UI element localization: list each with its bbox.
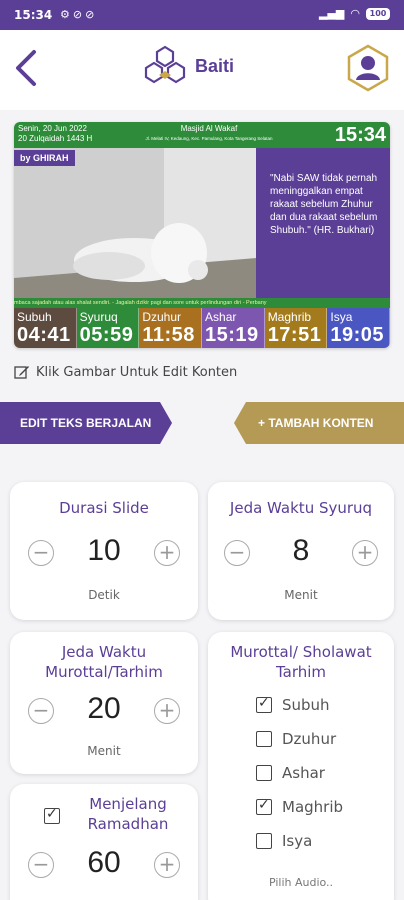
profile-avatar-icon[interactable] [346,44,390,92]
preview-by-badge: by GHIRAH [14,150,75,166]
preview-date: Senin, 20 Jun 2022 20 Zulqaidah 1443 H [18,124,93,143]
preview-prayer-subuh: Subuh 04:41 [14,308,77,348]
prayer-photo[interactable] [14,148,256,298]
ramadhan-checkbox[interactable] [44,806,60,824]
checkbox[interactable] [256,695,272,713]
brand-name: Baiti [195,56,235,76]
prayer-time: 04:41 [17,324,71,346]
preview-prayer-times: Subuh 04:41 Syuruq 05:59 Dzuhur 11:58 Ashar 15:… [14,308,390,348]
add-content-button[interactable]: + TAMBAH KONTEN [234,402,404,444]
checkbox[interactable] [256,797,272,815]
choose-audio-label[interactable]: Pilih Audio.. [208,876,394,889]
preview-prayer-syuruq: Syuruq 05:59 [76,308,140,348]
syuruq-delay-title: Jeda Waktu Syuruq [229,499,373,517]
preview-prayer-ashar: Ashar 15:19 [202,308,265,348]
edit-hint[interactable]: Klik Gambar Untuk Edit Konten [14,364,237,380]
syuruq-plus-button[interactable]: + [352,540,378,566]
prayer-time: 17:51 [267,324,322,346]
prayer-name: Ashar [205,310,237,324]
battery-icon: 100 [366,7,390,20]
slide-plus-button[interactable]: + [154,540,180,566]
tarhim-option-label: Subuh [282,696,330,714]
prayer-time: 05:59 [79,324,134,346]
tarhim-option-isya[interactable]: Isya [256,832,312,850]
tarhim-option-label: Dzuhur [282,730,337,748]
app-header: Baiti [0,30,404,110]
syuruq-delay-unit: Menit [284,588,318,602]
edit-ticker-button[interactable]: EDIT TEKS BERJALAN [0,402,172,444]
preview-prayer-isya: Isya 19:05 [327,308,390,348]
murottal-delay-title: Jeda Waktu Murottal/Tarhim [45,643,163,681]
card-murottal-delay: Jeda Waktu Murottal/Tarhim − 20 + Menit [10,632,198,774]
signal-icon: ▂▄▆ [319,7,345,20]
preview-prayer-dzuhur: Dzuhur 11:58 [139,308,203,348]
preview-ticker: mbaca sajadah atau alas shalat sendiri. … [14,298,390,308]
card-syuruq-delay: Jeda Waktu Syuruq − 8 + Menit [208,482,394,620]
prayer-time: 15:19 [205,324,259,346]
prayer-name: Dzuhur [142,310,182,324]
preview-mosque: Masjid Al Wakaf Jl. Melati IV, Kedaung, … [145,124,273,141]
tarhim-option-subuh[interactable]: Subuh [256,695,330,714]
back-arrow-icon[interactable] [12,48,42,88]
edit-pencil-icon [14,366,29,379]
ramadhan-title: Menjelang Ramadhan [87,795,169,833]
prayer-name: Subuh [17,310,52,324]
preview-clock: 15:34 [334,124,386,146]
tarhim-option-maghrib[interactable]: Maghrib [256,797,344,816]
baiti-logo-icon [144,45,186,84]
ramadhan-plus-button[interactable]: + [154,852,180,878]
status-time: 15:34 [14,8,53,22]
card-tarhim-schedule: Murottal/ Sholawat Tarhim Subuh Dzuhur Ash… [208,632,394,900]
edit-hint-label: Klik Gambar Untuk Edit Konten [36,364,238,380]
prayer-name: Syuruq [79,310,118,324]
tarhim-option-label: Ashar [282,764,325,782]
slide-duration-unit: Detik [88,588,120,602]
tarhim-title: Murottal/ Sholawat Tarhim [230,643,372,681]
tarhim-option-label: Isya [282,832,313,850]
murottal-delay-unit: Menit [87,744,121,758]
display-preview[interactable]: Senin, 20 Jun 2022 20 Zulqaidah 1443 H M… [14,122,390,348]
card-slide-duration: Durasi Slide − 10 + Detik [10,482,198,620]
preview-prayer-maghrib: Maghrib 17:51 [264,308,328,348]
prayer-time: 19:05 [330,324,385,346]
tarhim-option-dzuhur[interactable]: Dzuhur [256,730,336,748]
prayer-name: Isya [330,310,353,324]
card-ramadhan: Menjelang Ramadhan − 60 + [10,784,198,900]
prayer-time: 11:58 [142,324,195,346]
wifi-icon: ◠ [350,7,360,20]
system-icons: ▂▄▆ ◠ 100 [319,7,390,20]
status-bar: 15:34 ⚙⊘⊘ ▂▄▆ ◠ 100 [0,0,404,30]
slide-duration-title: Durasi Slide [59,499,149,517]
notification-icons: ⚙⊘⊘ [60,8,98,21]
checkbox[interactable] [256,765,272,781]
tarhim-option-ashar[interactable]: Ashar [256,764,325,782]
tarhim-option-label: Maghrib [282,798,344,816]
checkbox[interactable] [256,731,272,747]
prayer-name: Maghrib [267,310,312,324]
prayer-illustration [14,148,256,298]
murottal-plus-button[interactable]: + [154,698,180,724]
preview-topbar: Senin, 20 Jun 2022 20 Zulqaidah 1443 H M… [14,122,390,148]
preview-quote: "Nabi SAW tidak pernah meninggalkan empa… [256,148,390,298]
checkbox[interactable] [256,833,272,849]
